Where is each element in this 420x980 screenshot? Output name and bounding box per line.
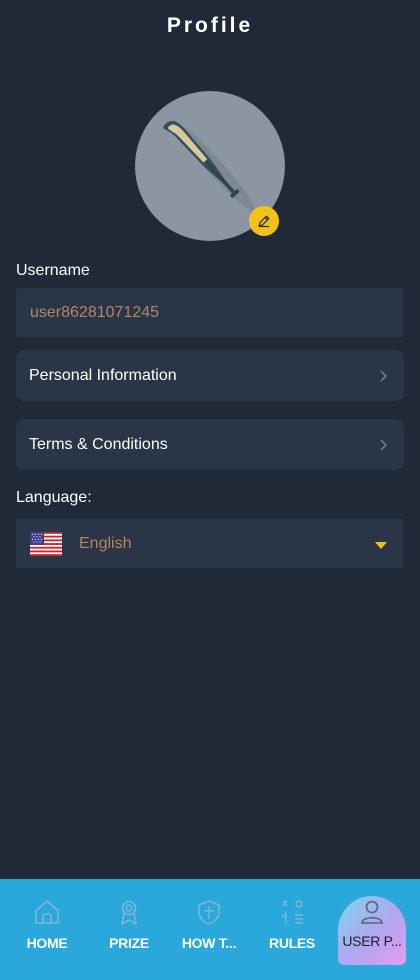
terms-conditions-row[interactable]: Terms & Conditions <box>16 419 404 470</box>
nav-rules-label: RULES <box>269 935 315 951</box>
pencil-icon <box>258 215 270 228</box>
personal-information-label: Personal Information <box>29 366 177 384</box>
user-icon <box>361 900 383 924</box>
nav-rules[interactable]: RULES <box>257 879 327 980</box>
prize-icon <box>121 900 137 925</box>
caret-down-icon <box>375 542 387 549</box>
language-label: Language: <box>16 489 92 506</box>
chevron-right-icon <box>380 370 387 381</box>
language-value: English <box>79 534 132 552</box>
nav-how-to[interactable]: HOW T... <box>172 879 246 980</box>
username-label: Username <box>16 262 90 279</box>
nav-home-label: HOME <box>26 935 68 951</box>
personal-information-row[interactable]: Personal Information <box>16 350 404 401</box>
nav-home[interactable]: HOME <box>12 879 82 980</box>
page-title: Profile <box>166 14 254 37</box>
username-field[interactable]: user86281071245 <box>16 288 403 337</box>
username-value: user86281071245 <box>30 303 160 321</box>
nav-prize[interactable]: PRIZE <box>94 879 164 980</box>
us-flag-icon <box>30 531 62 556</box>
edit-avatar-button[interactable] <box>249 206 279 236</box>
rules-icon <box>281 900 303 924</box>
bottom-nav: HOME PRIZE HOW T... RULES USER P... <box>0 879 420 980</box>
nav-user-profile-content: USER P... <box>338 879 406 980</box>
terms-conditions-label: Terms & Conditions <box>29 435 168 453</box>
chevron-right-icon <box>380 439 387 450</box>
nav-user-profile[interactable]: USER P... <box>338 896 406 965</box>
shield-icon <box>198 900 220 925</box>
nav-how-to-label: HOW T... <box>181 935 237 951</box>
avatar-container[interactable] <box>135 91 285 241</box>
language-select[interactable]: English <box>16 519 403 568</box>
nav-prize-label: PRIZE <box>109 935 149 951</box>
home-icon <box>35 900 59 924</box>
nav-user-profile-label: USER P... <box>342 933 402 949</box>
